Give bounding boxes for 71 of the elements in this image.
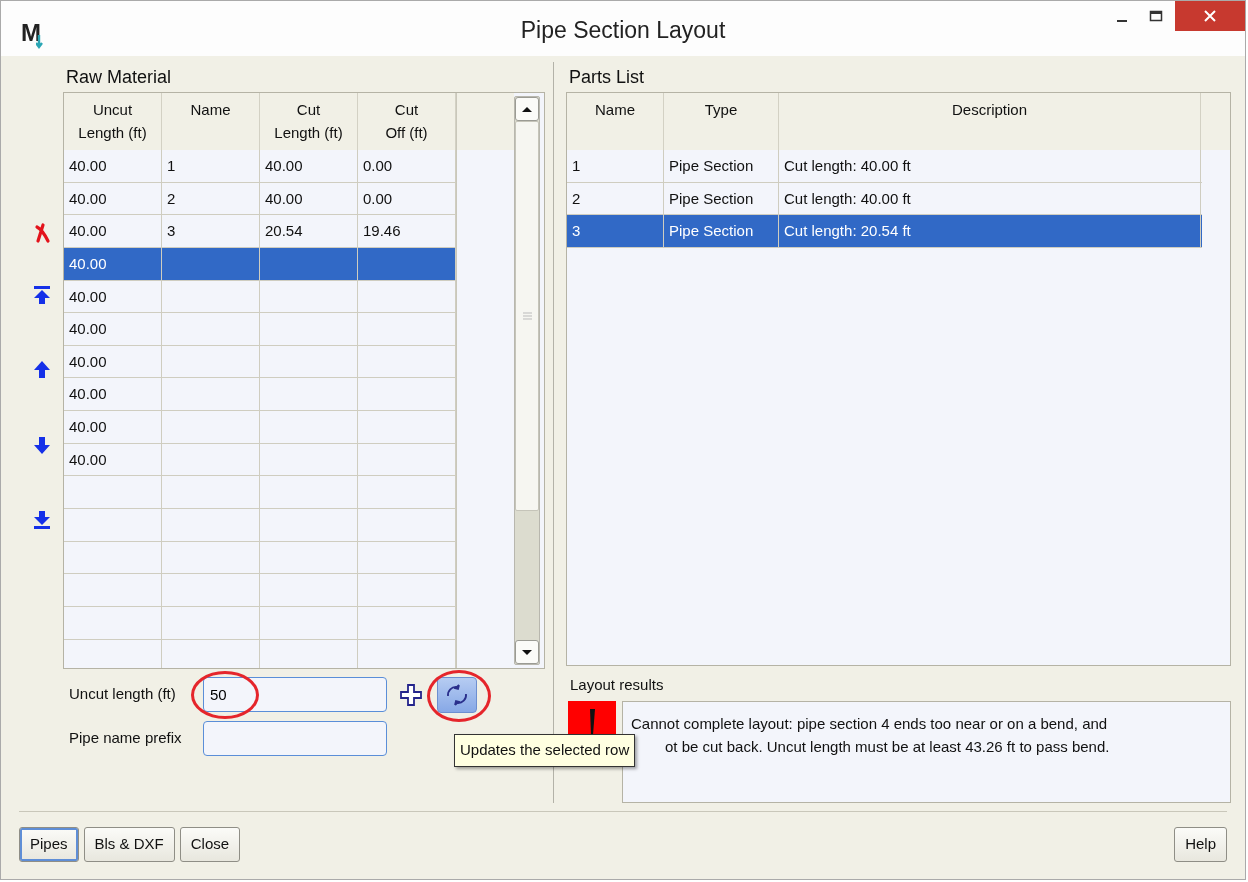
scroll-thumb[interactable] [515, 121, 539, 511]
table-cell: 40.00 [64, 215, 162, 247]
refresh-button[interactable] [437, 676, 477, 713]
footer-button[interactable]: Bls & DXF [83, 827, 175, 862]
column-header: Cut Off (ft) [358, 93, 456, 150]
table-cell: 40.00 [64, 378, 162, 411]
table-cell: Pipe Section [664, 150, 779, 182]
app-logo: M [21, 15, 43, 51]
table-cell: 40.00 [260, 150, 358, 182]
table-cell: 40.00 [64, 313, 162, 345]
help-button[interactable]: Help [1174, 827, 1227, 862]
table-cell: 2 [162, 182, 260, 215]
table-cell: 3 [567, 215, 664, 247]
move-top-button[interactable] [31, 283, 53, 306]
grip-icon [522, 312, 532, 320]
scrollbar[interactable] [514, 96, 540, 665]
table-cell: 3 [162, 215, 260, 247]
table-cell: 40.00 [64, 443, 162, 476]
table-cell: 40.00 [260, 182, 358, 215]
window-title: Pipe Section Layout [520, 16, 726, 46]
table-cell: Cut length: 40.00 ft [779, 150, 1201, 182]
table-cell: 40.00 [64, 150, 162, 182]
column-header: Type [664, 93, 779, 150]
table-cell: 40.00 [64, 280, 162, 313]
plus-icon [400, 683, 422, 706]
table-cell: 0.00 [358, 150, 456, 182]
footer-button[interactable]: Pipes [19, 827, 79, 862]
footer-button[interactable]: Close [179, 827, 241, 862]
table-cell: 20.54 [260, 215, 358, 247]
move-bottom-icon [32, 508, 52, 531]
table-cell: 0.00 [358, 182, 456, 215]
table-cell: 2 [567, 182, 664, 215]
up-arrow-icon [521, 105, 533, 113]
maximize-icon [1149, 10, 1163, 22]
results-label: Layout results [569, 675, 665, 695]
close-icon [1203, 9, 1217, 23]
message-text: Cannot complete layout: pipe section 4 ends too near or on a bend, and [631, 714, 1109, 734]
tooltip: Updates the selected row [454, 734, 636, 767]
column-header: Name [162, 93, 260, 150]
table-cell: 1 [567, 150, 664, 182]
table-cell: Pipe Section [664, 215, 779, 247]
table-cell: 40.00 [64, 247, 162, 280]
input-field[interactable] [203, 721, 387, 756]
move-bottom-button[interactable] [31, 508, 53, 531]
move-top-icon [32, 283, 52, 306]
field-label: Uncut length (ft) [69, 684, 177, 705]
table-cell: 19.46 [358, 215, 456, 247]
table-cell: 40.00 [64, 182, 162, 215]
table-cell: 40.00 [64, 345, 162, 378]
field-label: Pipe name prefix [69, 728, 183, 749]
message-text: ot be cut back. Uncut length must be at least 43.26 ft to pass bend. [664, 737, 1111, 757]
down-arrow-icon [521, 648, 533, 656]
table-cell: Cut length: 20.54 ft [779, 215, 1201, 247]
input-field[interactable]: 50 [203, 677, 387, 712]
section-title: Parts List [568, 66, 646, 89]
column-header: Name [567, 93, 664, 150]
table-cell: Pipe Section [664, 182, 779, 215]
selected-row[interactable]: 3 Pipe Section Cut length: 20.54 ft [567, 215, 1202, 248]
table-cell: Cut length: 40.00 ft [779, 182, 1201, 215]
add-button[interactable] [399, 682, 423, 707]
minimize-icon [1117, 20, 1127, 22]
column-header: Description [779, 93, 1201, 150]
column-header: Cut Length (ft) [260, 93, 358, 150]
selected-row[interactable]: 40.00 [64, 247, 456, 281]
table-cell: 1 [162, 150, 260, 182]
table-cell: 40.00 [64, 411, 162, 443]
scroll-up-button[interactable] [515, 97, 539, 121]
close-button[interactable] [1175, 1, 1245, 31]
column-header: Uncut Length (ft) [64, 93, 162, 150]
section-title: Raw Material [65, 66, 173, 89]
scroll-down-button[interactable] [515, 640, 539, 664]
